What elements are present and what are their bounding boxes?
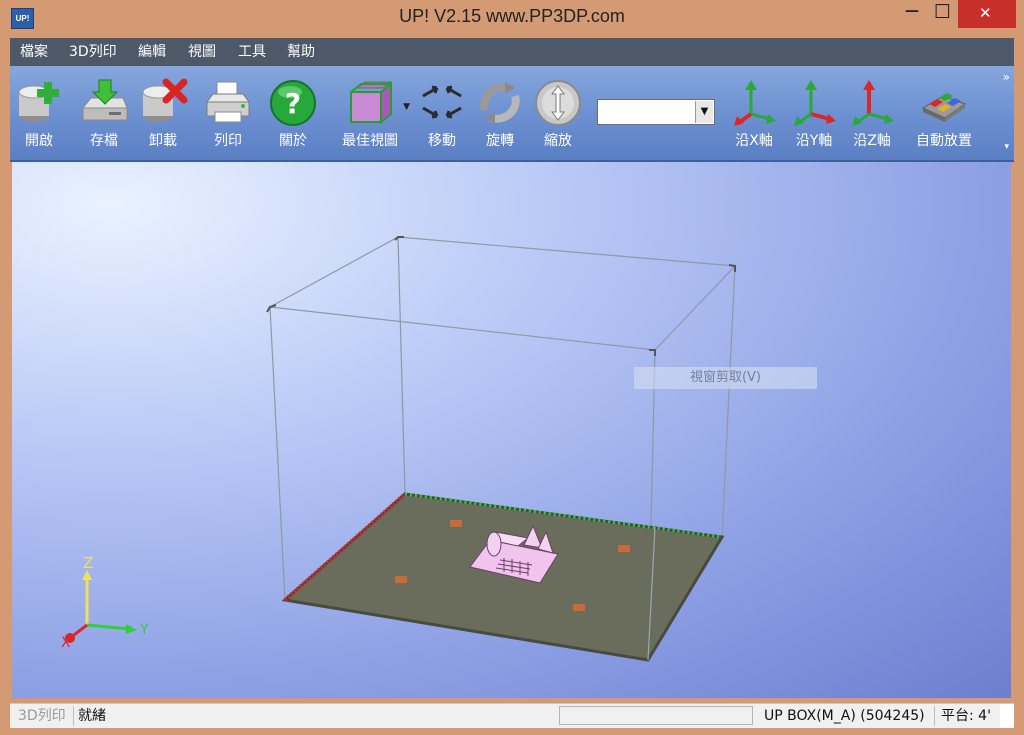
about-label: 關於 <box>279 133 307 149</box>
toolbar: 開啟 存檔 卸載 列印 ? 關於 ▼ 最佳視圖 移動 旋轉 縮放 ▼ 沿X軸 沿… <box>10 66 1014 162</box>
close-button[interactable]: ✕ <box>958 0 1016 28</box>
save-label: 存檔 <box>90 133 118 149</box>
about-button[interactable]: ? 關於 <box>266 72 320 156</box>
along-z-button[interactable]: 沿Z軸 <box>846 72 898 156</box>
status-mode: 3D列印 <box>18 708 66 724</box>
open-button[interactable]: 開啟 <box>12 72 66 156</box>
axis-gizmo: Z Y X <box>61 554 149 651</box>
y-axis-icon <box>794 80 836 126</box>
help-question-icon: ? <box>270 80 316 126</box>
status-bar: 3D列印 就緒 UP BOX(M_A) (504245) 平台: 4' <box>10 703 1014 728</box>
move-label: 移動 <box>428 133 456 149</box>
chevron-down-icon[interactable]: ▼ <box>695 101 713 123</box>
best-view-label: 最佳視圖 <box>342 133 398 149</box>
printer-icon <box>206 81 250 123</box>
auto-place-label: 自動放置 <box>916 133 972 149</box>
viewport-capture-menu-item[interactable]: 視窗剪取(V) <box>634 367 817 389</box>
menu-view[interactable]: 視圖 <box>188 38 216 66</box>
best-view-button[interactable]: ▼ 最佳視圖 <box>334 72 410 156</box>
toolbar-more-icon[interactable]: ▾ <box>1004 142 1009 152</box>
unload-cylinder-x-icon <box>142 78 188 122</box>
best-view-dropdown-icon[interactable]: ▼ <box>403 102 410 112</box>
title-bar: UP! UP! V2.15 www.PP3DP.com — ☐ ✕ <box>0 0 1024 36</box>
z-axis-icon <box>852 80 894 126</box>
status-separator <box>73 706 74 726</box>
build-platform <box>281 492 725 662</box>
3d-viewport[interactable]: Z Y X 視窗剪取(V) <box>12 162 1011 698</box>
x-axis-icon <box>734 80 776 126</box>
auto-place-icon <box>921 93 967 122</box>
platform-pad <box>395 576 407 583</box>
status-printer: UP BOX(M_A) (504245) <box>764 708 925 724</box>
open-cylinder-plus-icon <box>18 82 59 122</box>
move-arrows-icon <box>422 85 462 119</box>
print-label: 列印 <box>214 133 242 149</box>
scale-icon <box>535 80 581 126</box>
axis-x-label: X <box>61 635 71 651</box>
menu-edit[interactable]: 編輯 <box>138 38 166 66</box>
svg-text:?: ? <box>285 87 301 120</box>
axis-z-label: Z <box>83 554 93 572</box>
rotate-label: 旋轉 <box>486 133 514 149</box>
status-text: 就緒 <box>78 708 106 724</box>
save-drive-arrow-icon <box>81 79 128 121</box>
scale-value-combo[interactable]: ▼ <box>597 99 715 125</box>
menu-file[interactable]: 檔案 <box>20 38 48 66</box>
along-x-label: 沿X軸 <box>735 133 773 149</box>
scene: Z Y X <box>61 236 737 662</box>
platform-pad <box>618 545 630 552</box>
platform-pad <box>450 520 462 527</box>
scale-label: 縮放 <box>544 133 572 149</box>
window-title: UP! V2.15 www.PP3DP.com <box>399 6 625 26</box>
menu-tools[interactable]: 工具 <box>238 38 266 66</box>
best-view-cube-icon <box>350 81 393 125</box>
open-label: 開啟 <box>25 133 53 149</box>
scale-button[interactable]: 縮放 <box>530 72 586 156</box>
rotate-button[interactable]: 旋轉 <box>472 72 528 156</box>
axis-y-label: Y <box>139 622 149 638</box>
along-y-label: 沿Y軸 <box>795 133 833 149</box>
maximize-icon: ☐ <box>934 1 952 23</box>
menu-help[interactable]: 幫助 <box>287 38 315 66</box>
along-x-button[interactable]: 沿X軸 <box>728 72 780 156</box>
resize-grip[interactable] <box>1000 704 1014 728</box>
frame-corner-markers <box>266 236 736 356</box>
maximize-button[interactable]: ☐ <box>930 0 958 28</box>
menu-3d-print[interactable]: 3D列印 <box>69 38 117 66</box>
toolbar-overflow-icon[interactable]: » <box>1003 70 1010 84</box>
minimize-icon: — <box>905 3 919 19</box>
unload-button[interactable]: 卸載 <box>136 72 190 156</box>
menu-bar: 檔案 3D列印 編輯 視圖 工具 幫助 <box>10 38 1014 66</box>
status-platform: 平台: 4' <box>941 708 991 724</box>
rotate-icon <box>480 82 520 124</box>
status-progress-box <box>559 706 753 725</box>
along-z-label: 沿Z軸 <box>853 133 891 149</box>
print-button[interactable]: 列印 <box>200 72 256 156</box>
app-window: UP! UP! V2.15 www.PP3DP.com — ☐ ✕ 檔案 3D列… <box>0 0 1024 735</box>
minimize-button[interactable]: — <box>896 0 930 28</box>
along-y-button[interactable]: 沿Y軸 <box>788 72 840 156</box>
unload-label: 卸載 <box>149 133 177 149</box>
platform-pad <box>573 604 585 611</box>
move-button[interactable]: 移動 <box>414 72 470 156</box>
close-icon: ✕ <box>979 4 992 22</box>
status-separator <box>934 706 935 726</box>
auto-place-button[interactable]: 自動放置 <box>908 72 980 156</box>
save-button[interactable]: 存檔 <box>76 72 132 156</box>
